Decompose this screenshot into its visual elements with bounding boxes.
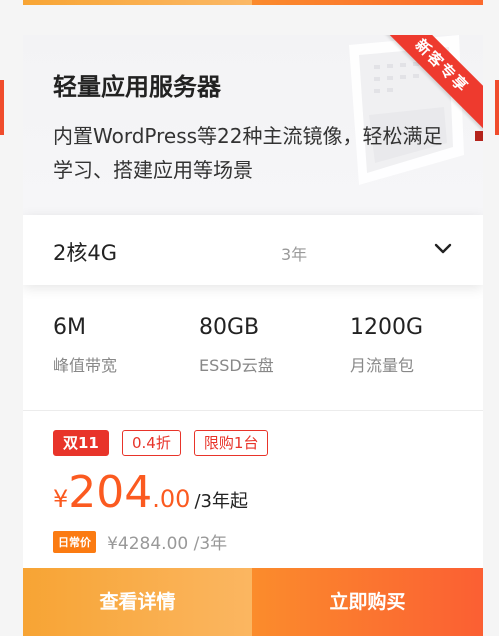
spec-item-bandwidth: 6M 峰值带宽 — [53, 315, 117, 376]
spec-value: 80GB — [199, 315, 260, 340]
product-card: 新客专享 轻量应用服务器 内置WordPress等22种主流镜像，轻松满足学习、… — [23, 35, 483, 636]
regular-price-text: ¥4284.00 /3年 — [107, 534, 228, 554]
price-integer: 204 — [68, 467, 153, 518]
purchase-limit-tag: 限购1台 — [193, 430, 269, 456]
previous-card-buy-button-edge — [252, 0, 483, 5]
spec-value: 1200G — [350, 315, 424, 340]
card-header: 新客专享 轻量应用服务器 内置WordPress等22种主流镜像，轻松满足学习、… — [23, 35, 483, 215]
spec-label: ESSD云盘 — [199, 356, 274, 375]
spec-item-traffic: 1200G 月流量包 — [350, 315, 423, 376]
spec-list: 6M 峰值带宽 80GB ESSD云盘 1200G 月流量包 — [23, 307, 483, 407]
spec-value: 6M — [53, 315, 86, 340]
discount-tag: 0.4折 — [121, 430, 181, 456]
original-price: 日常价 ¥4284.00 /3年 — [53, 529, 228, 554]
spec-label: 峰值带宽 — [53, 356, 118, 375]
left-edge-accent — [0, 80, 4, 135]
price-decimal: .00 — [152, 485, 191, 513]
term-value: 3年 — [281, 245, 308, 264]
view-details-button[interactable]: 查看详情 — [23, 568, 252, 636]
price-unit: /3年起 — [194, 491, 248, 512]
spec-selector[interactable]: 2核4G 3年 — [23, 215, 483, 285]
spec-selected-value: 2核4G — [53, 241, 117, 265]
buy-now-button[interactable]: 立即购买 — [252, 568, 483, 636]
divider — [23, 410, 483, 411]
promo-price: ¥204.00/3年起 — [53, 467, 248, 518]
ribbon-fold — [475, 131, 483, 141]
double11-tag: 双11 — [53, 430, 109, 456]
price-currency: ¥ — [53, 485, 69, 513]
regular-price-badge: 日常价 — [53, 530, 96, 553]
spec-item-disk: 80GB ESSD云盘 — [199, 315, 274, 376]
product-description: 内置WordPress等22种主流镜像，轻松满足学习、搭建应用等场景 — [53, 124, 443, 182]
promo-tags: 双11 0.4折 限购1台 — [53, 430, 276, 456]
spec-label: 月流量包 — [350, 356, 415, 375]
previous-card-details-button-edge — [23, 0, 252, 5]
product-title: 轻量应用服务器 — [53, 73, 221, 101]
right-edge-accent — [495, 80, 499, 135]
chevron-down-icon[interactable] — [433, 241, 453, 257]
